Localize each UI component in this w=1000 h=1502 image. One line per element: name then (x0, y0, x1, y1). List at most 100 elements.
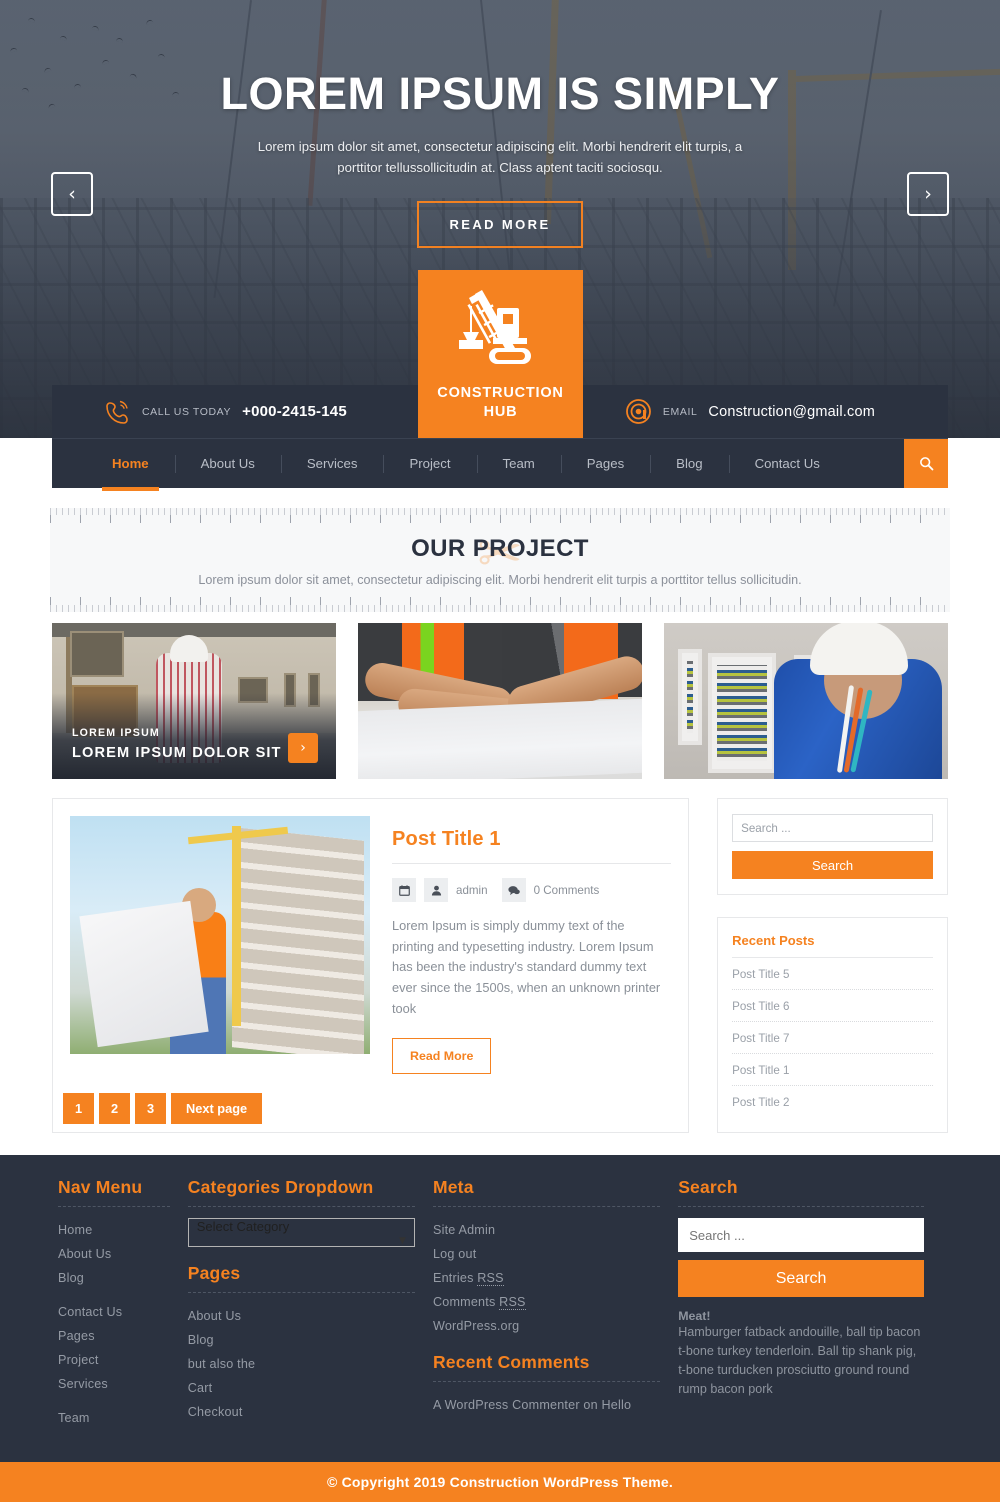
email-label: EMAIL (662, 405, 698, 418)
footer-meta-title: Meta (432, 1177, 474, 1197)
list-item[interactable]: Post Title 5 (732, 958, 933, 990)
footer-search-button[interactable]: Search (678, 1260, 925, 1297)
email-value: Construction@gmail.com (708, 403, 875, 420)
divider (432, 1381, 661, 1382)
post-thumbnail-image[interactable] (70, 816, 370, 1054)
email-contact[interactable]: EMAIL Construction@gmail.com (625, 398, 875, 425)
footer-meat-text: Hamburger fatback andouille, ball tip ba… (678, 1325, 921, 1397)
footer-meta-entries-rss[interactable]: Entries RSS (433, 1266, 660, 1290)
footer-pages-list: About Us Blog but also the Cart Checkout (188, 1304, 415, 1424)
hero-read-more-button[interactable]: READ MORE (417, 201, 583, 249)
footer-link-project[interactable]: Project (58, 1348, 170, 1372)
category-select-wrapper: Select Category (187, 1218, 415, 1247)
post-excerpt: Lorem Ipsum is simply dummy text of the … (392, 918, 661, 1016)
page-button-1[interactable]: 1 (63, 1093, 94, 1124)
recent-posts-widget: Recent Posts Post Title 5 Post Title 6 P… (717, 917, 948, 1133)
sidebar-search-widget: Search (717, 798, 948, 895)
project-caption: LOREM IPSUM LOREM IPSUM DOLOR SIT (72, 727, 282, 761)
nav-search-button[interactable] (904, 439, 948, 488)
slider-next-arrow-icon[interactable]: › (907, 172, 949, 216)
project-card[interactable] (664, 623, 948, 779)
list-item[interactable]: Post Title 2 (732, 1086, 933, 1117)
footer-meta-site-admin[interactable]: Site Admin (433, 1218, 660, 1242)
divider (432, 1206, 661, 1207)
footer-page-but-also-the[interactable]: but also the (188, 1352, 415, 1376)
nav-item-project[interactable]: Project (383, 439, 476, 488)
divider (58, 1206, 170, 1207)
calendar-icon (392, 878, 416, 902)
crane-icon (458, 290, 531, 364)
page-button-3[interactable]: 3 (135, 1093, 166, 1124)
list-item[interactable]: Post Title 1 (732, 1054, 933, 1086)
footer-link-services[interactable]: Services (58, 1372, 170, 1396)
footer-link-blog[interactable]: Blog (58, 1266, 170, 1290)
next-page-button[interactable]: Next page (171, 1093, 263, 1124)
footer-meta-wordpress-org[interactable]: WordPress.org (433, 1314, 660, 1338)
at-sign-icon (625, 399, 651, 424)
footer-recent-comment-item[interactable]: A WordPress Commenter on Hello (433, 1393, 660, 1417)
project-image-electrician (664, 623, 948, 779)
category-select[interactable]: Select Category (187, 1218, 415, 1247)
phone-icon (106, 400, 128, 424)
footer-meat-title: Meat! (678, 1309, 711, 1323)
recent-posts-title: Recent Posts (732, 933, 933, 958)
nav-item-team[interactable]: Team (476, 439, 561, 488)
section-header-our-project: ✂ OUR PROJECT Lorem ipsum dolor sit amet… (50, 508, 950, 612)
section-title: OUR PROJECT (411, 535, 589, 562)
post-author: admin (456, 883, 488, 897)
sidebar-search-button[interactable]: Search (732, 851, 933, 879)
footer-page-blog[interactable]: Blog (188, 1328, 415, 1352)
nav-item-pages[interactable]: Pages (560, 439, 650, 488)
site-footer: Nav Menu Home About Us Blog Contact Us P… (0, 1155, 1000, 1462)
post-title[interactable]: Post Title 1 (392, 828, 671, 851)
list-item[interactable]: Post Title 7 (732, 1022, 933, 1054)
post-read-more-button[interactable]: Read More (392, 1037, 492, 1074)
footer-meta-log-out[interactable]: Log out (433, 1242, 660, 1266)
footer-link-about-us[interactable]: About Us (58, 1242, 170, 1266)
divider (187, 1292, 415, 1293)
sidebar-search-input[interactable] (732, 814, 933, 842)
nav-item-blog[interactable]: Blog (650, 439, 728, 488)
footer-page-about-us[interactable]: About Us (188, 1304, 415, 1328)
footer-column-search: Search Search Meat! Hamburger fatback an… (678, 1177, 942, 1430)
footer-nav-menu-title: Nav Menu (58, 1177, 143, 1197)
footer-page-cart[interactable]: Cart (188, 1376, 415, 1400)
copyright-text: © Copyright 2019 Construction WordPress … (327, 1474, 673, 1490)
footer-meta-comments-rss[interactable]: Comments RSS (433, 1290, 660, 1314)
footer-page-checkout[interactable]: Checkout (188, 1400, 415, 1424)
list-item[interactable]: Post Title 6 (732, 990, 933, 1022)
footer-meta-entries-label: Entries (432, 1271, 478, 1285)
footer-link-contact-us[interactable]: Contact Us (58, 1300, 170, 1324)
logo-text-line2: HUB (483, 403, 518, 420)
post-meta: admin 0 Comments (392, 878, 671, 902)
section-subtitle: Lorem ipsum dolor sit amet, consectetur … (198, 573, 802, 587)
page-button-2[interactable]: 2 (99, 1093, 130, 1124)
slider-prev-arrow-icon[interactable]: ‹ (51, 172, 93, 216)
site-logo[interactable]: CONSTRUCTION HUB (418, 270, 583, 438)
phone-value: +000-2415-145 (242, 403, 347, 420)
footer-search-title: Search (678, 1177, 738, 1197)
nav-item-contact-us[interactable]: Contact Us (728, 439, 846, 488)
footer-link-pages[interactable]: Pages (58, 1324, 170, 1348)
sidebar: Search Recent Posts Post Title 5 Post Ti… (717, 798, 948, 1133)
hero-subtitle: Lorem ipsum dolor sit amet, consectetur … (257, 138, 743, 176)
user-icon (424, 878, 448, 902)
divider (678, 1206, 925, 1207)
phone-contact[interactable]: CALL US TODAY +000-2415-145 (105, 399, 347, 425)
comment-icon (501, 878, 526, 902)
footer-column-categories: Categories Dropdown Select Category Page… (187, 1177, 433, 1430)
project-card[interactable]: LOREM IPSUM LOREM IPSUM DOLOR SIT › (52, 623, 336, 779)
project-card[interactable] (358, 623, 642, 779)
footer-column-meta: Meta Site Admin Log out Entries RSS Comm… (432, 1177, 678, 1430)
footer-recent-comments-title: Recent Comments (432, 1352, 590, 1372)
footer-link-team[interactable]: Team (58, 1406, 170, 1430)
footer-search-input[interactable] (678, 1218, 925, 1252)
nav-item-about-us[interactable]: About Us (174, 439, 281, 488)
pagination: 1 2 3 Next page (63, 1093, 263, 1124)
nav-item-services[interactable]: Services (280, 439, 384, 488)
main-navigation: Home About Us Services Project Team Page… (52, 438, 948, 491)
blog-post-card: Post Title 1 admin 0 Comments Lorem Ipsu… (52, 798, 690, 1133)
footer-link-home[interactable]: Home (58, 1218, 170, 1242)
nav-item-home[interactable]: Home (86, 439, 175, 491)
project-arrow-button[interactable]: › (288, 733, 318, 763)
